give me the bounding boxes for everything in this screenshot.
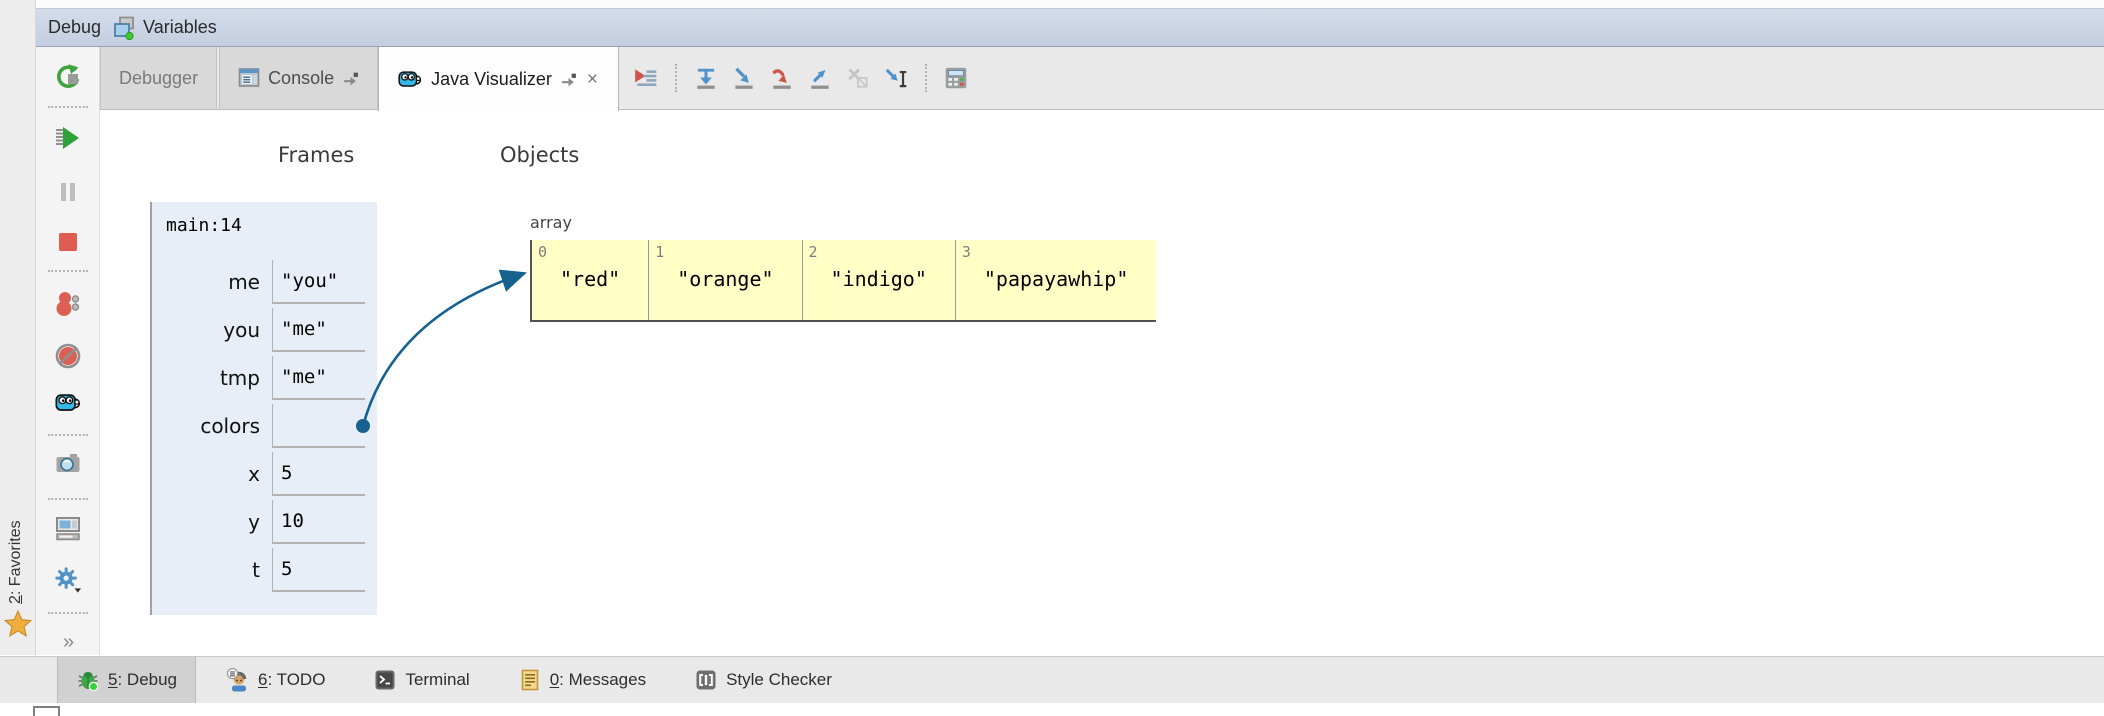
frames-heading: Frames (278, 143, 355, 167)
statusbar-item-label: 0: Messages (549, 670, 647, 689)
more-actions-button[interactable]: » (54, 630, 82, 655)
array-cell: 3 "papayawhip" (954, 240, 1157, 320)
toolwindow-header: Debug Variables (36, 9, 2104, 47)
separator (47, 106, 88, 108)
statusbar-item-todo[interactable]: 6: TODO (208, 657, 343, 703)
tab-java-visualizer-label: Java Visualizer (431, 68, 552, 89)
thread-dump-button[interactable] (54, 450, 82, 478)
objects-heading: Objects (500, 143, 580, 167)
favorites-star-icon[interactable] (4, 610, 32, 638)
show-execution-point-button[interactable] (633, 65, 659, 91)
stepping-toolbar (633, 47, 969, 109)
tab-debugger-label: Debugger (119, 67, 199, 88)
array-cell: 0 "red" (532, 240, 649, 320)
terminal-icon (373, 668, 397, 692)
separator (47, 270, 88, 272)
array-cell: 1 "orange" (648, 240, 802, 320)
separator (47, 434, 88, 436)
resume-program-button[interactable] (54, 124, 82, 152)
toolbox-partial-icon (33, 706, 60, 716)
top-edge (0, 0, 2104, 9)
tab-console-label: Console (268, 67, 335, 88)
debug-tool-window: Debug Variables 2: Favorites » Debugger … (0, 0, 2104, 716)
pause-program-button[interactable] (54, 178, 82, 206)
variable-row: me "you" (156, 260, 377, 304)
variable-row-reference: colors (156, 404, 377, 448)
tab-java-visualizer[interactable]: Java Visualizer × (378, 47, 619, 111)
rerun-button[interactable] (54, 62, 82, 90)
variable-row: you "me" (156, 308, 377, 352)
java-visualizer-button[interactable] (54, 390, 82, 416)
heap-array: 0 "red" 1 "orange" 2 "indigo" 3 "papayawhip" (530, 240, 1157, 322)
toolwindow-title: Debug (48, 17, 102, 37)
step-over-button[interactable] (693, 65, 719, 91)
java-visualizer-panel: Frames Objects main:14 me "you" you "me" t… (100, 110, 2104, 655)
statusbar-item-style-checker[interactable]: Style Checker (676, 657, 850, 703)
settings-gear-button[interactable] (54, 566, 82, 594)
separator (924, 64, 927, 92)
statusbar-item-terminal[interactable]: Terminal (355, 657, 487, 703)
variable-row: y 10 (156, 500, 377, 544)
style-checker-icon (694, 668, 718, 692)
variables-tab[interactable]: Variables (111, 16, 217, 40)
debugger-sidebar: » (36, 47, 100, 655)
debug-bug-icon (76, 668, 100, 692)
tab-debugger[interactable]: Debugger (100, 47, 218, 109)
array-cell: 2 "indigo" (801, 240, 955, 320)
statusbar-item-debug[interactable]: 5: Debug (57, 657, 197, 703)
step-into-button[interactable] (731, 65, 757, 91)
favorites-toolwindow-button[interactable]: 2: Favorites (7, 520, 25, 604)
bottom-edge (0, 703, 2104, 716)
stack-frame: main:14 me "you" you "me" tmp "me" colors x… (150, 202, 377, 615)
force-step-into-button[interactable] (769, 65, 795, 91)
variables-icon (111, 16, 137, 40)
variable-row: t5 (156, 548, 377, 592)
debug-tab-bar: Debugger Console Java Visualizer × (100, 47, 2104, 111)
heap-object-type-label: array (530, 213, 572, 232)
statusbar-item-label: 6: TODO (258, 670, 326, 689)
output-indicator-icon (342, 70, 359, 87)
toolwindow-status-bar: 5: Debug 6: TODO Terminal 0: Messages St… (0, 656, 2104, 703)
statusbar-item-messages[interactable]: 0: Messages (500, 657, 664, 703)
separator (47, 498, 88, 500)
statusbar-item-label: 5: Debug (108, 670, 178, 689)
step-out-button[interactable] (807, 65, 833, 91)
run-to-cursor-button[interactable] (883, 65, 909, 91)
tab-console[interactable]: Console (219, 47, 379, 109)
separator (47, 612, 88, 614)
stop-button[interactable] (54, 228, 82, 256)
statusbar-item-label: Terminal (405, 670, 470, 689)
console-icon (238, 67, 260, 89)
variable-row: x5 (156, 452, 377, 496)
java-visualizer-icon (397, 68, 423, 91)
close-tab-icon[interactable]: × (585, 70, 600, 89)
separator (674, 64, 677, 92)
mute-breakpoints-button[interactable] (54, 342, 82, 370)
messages-icon (518, 668, 542, 692)
variables-tab-label: Variables (143, 17, 217, 37)
output-indicator-icon (560, 71, 577, 88)
variable-row: tmp "me" (156, 356, 377, 400)
statusbar-item-label: Style Checker (726, 670, 832, 689)
todo-person-icon (226, 668, 250, 692)
view-breakpoints-button[interactable] (54, 290, 82, 318)
evaluate-expression-button[interactable] (943, 65, 969, 91)
restore-layout-button[interactable] (54, 514, 82, 542)
frame-title: main:14 (166, 215, 242, 236)
frame-variables: me "you" you "me" tmp "me" colors x5 y 10 t5 (156, 260, 377, 592)
drop-frame-button[interactable] (845, 65, 871, 91)
